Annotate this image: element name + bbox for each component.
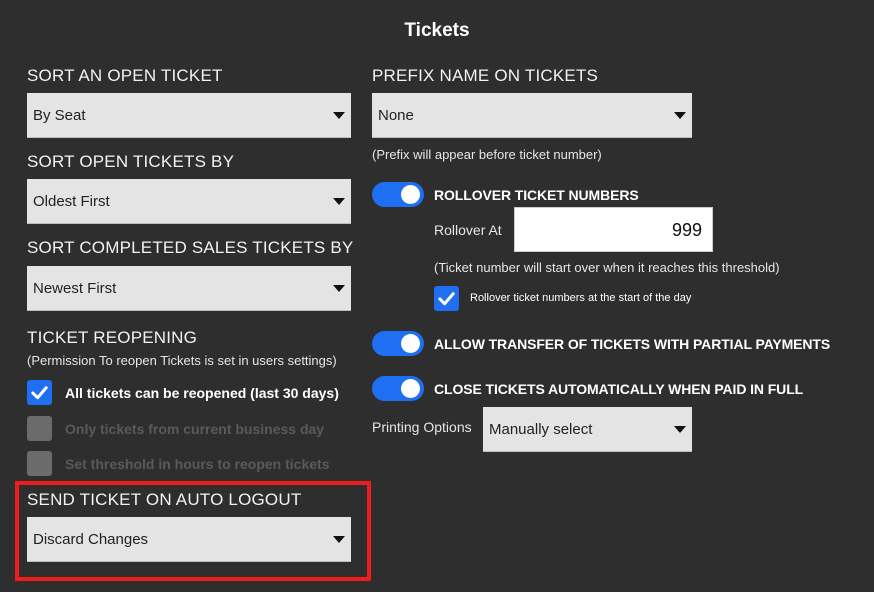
rollover-daily-checkbox[interactable] [434,286,459,311]
allow-transfer-toggle[interactable] [372,331,424,356]
toggle-knob [401,334,420,353]
sort-completed-sales-value: Newest First [33,279,117,297]
checkmark-icon [438,292,455,306]
chevron-down-icon [674,426,686,433]
sort-open-tickets-by-select[interactable]: Oldest First [27,179,351,224]
ticket-reopening-label: TICKET REOPENING [27,328,198,347]
allow-transfer-label: ALLOW TRANSFER OF TICKETS WITH PARTIAL P… [434,336,831,352]
sort-completed-sales-select[interactable]: Newest First [27,266,351,311]
reopen-current-day-checkbox[interactable] [27,416,52,441]
chevron-down-icon [674,112,686,119]
auto-logout-label: SEND TICKET ON AUTO LOGOUT [27,490,302,509]
chevron-down-icon [333,536,345,543]
sort-open-tickets-by-value: Oldest First [33,192,110,210]
close-auto-toggle[interactable] [372,376,424,401]
rollover-at-label: Rollover At [434,222,502,238]
rollover-toggle[interactable] [372,182,424,207]
chevron-down-icon [333,112,345,119]
sort-open-ticket-label: SORT AN OPEN TICKET [27,66,223,85]
toggle-knob [401,185,420,204]
printing-options-value: Manually select [489,420,593,438]
printing-options-select[interactable]: Manually select [483,407,692,452]
auto-logout-select[interactable]: Discard Changes [27,517,351,562]
close-auto-label: CLOSE TICKETS AUTOMATICALLY WHEN PAID IN… [434,381,804,397]
reopen-threshold-checkbox[interactable] [27,451,52,476]
page-title: Tickets [404,20,470,41]
checkmark-icon [31,386,48,400]
prefix-value: None [378,106,414,124]
printing-options-label: Printing Options [372,419,472,435]
prefix-note: (Prefix will appear before ticket number… [372,147,602,162]
rollover-daily-label: Rollover ticket numbers at the start of … [470,292,692,304]
sort-open-ticket-value: By Seat [33,106,86,124]
rollover-label: ROLLOVER TICKET NUMBERS [434,187,639,203]
rollover-at-input[interactable]: 999 [514,207,713,252]
reopen-current-day-label: Only tickets from current business day [65,421,325,437]
chevron-down-icon [333,285,345,292]
sort-open-ticket-select[interactable]: By Seat [27,93,351,138]
sort-open-tickets-by-label: SORT OPEN TICKETS BY [27,152,235,171]
reopen-all-checkbox[interactable] [27,380,52,405]
chevron-down-icon [333,198,345,205]
rollover-note: (Ticket number will start over when it r… [434,260,780,275]
prefix-label: PREFIX NAME ON TICKETS [372,66,599,85]
toggle-knob [401,379,420,398]
prefix-select[interactable]: None [372,93,692,138]
reopen-all-label: All tickets can be reopened (last 30 day… [65,385,339,401]
reopen-threshold-label: Set threshold in hours to reopen tickets [65,456,330,472]
ticket-reopening-note: (Permission To reopen Tickets is set in … [27,353,337,368]
sort-completed-sales-label: SORT COMPLETED SALES TICKETS BY [27,238,354,257]
auto-logout-value: Discard Changes [33,530,149,548]
